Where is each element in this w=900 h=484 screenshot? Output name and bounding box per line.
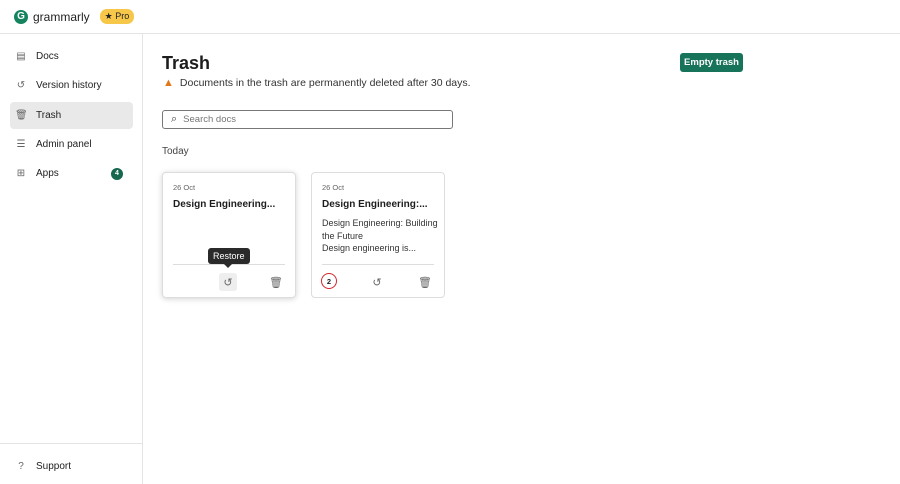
restore-icon[interactable]: ↺ — [219, 273, 237, 291]
page-title: Trash — [162, 53, 211, 73]
apps-icon: ⊞ — [16, 168, 26, 179]
search-icon: ⌕ — [171, 113, 178, 125]
doc-date: 26 Oct — [322, 183, 345, 192]
doc-snippet: Design Engineering: Building the Future De… — [322, 218, 438, 253]
sidebar-item-admin-panel[interactable]: ☰ Admin panel — [10, 131, 133, 158]
support-link[interactable]: ? Support — [10, 453, 133, 480]
doc-card[interactable]: 26 Oct Design Engineering:... Design Eng… — [311, 172, 445, 298]
warning-icon: ▲ — [163, 77, 174, 89]
sidebar: ▤ Docs ↺ Version history 🗑 Trash ☰ Admin pan… — [0, 34, 143, 484]
doc-card[interactable]: 26 Oct Design Engineering... ↺ 🗑 — [162, 172, 296, 298]
sidebar-item-label: Docs — [36, 51, 59, 62]
sidebar-item-label: Apps — [36, 168, 59, 179]
restore-tooltip: Restore — [208, 248, 250, 268]
apps-count-badge: 4 — [111, 167, 123, 180]
trash-icon: 🗑 — [15, 110, 28, 121]
search-box[interactable]: ⌕ — [162, 110, 453, 129]
issue-count-badge: 2 — [321, 273, 337, 289]
sidebar-item-label: Version history — [36, 80, 102, 91]
top-bar: G grammarly ★ Pro — [0, 0, 900, 34]
trash-warning: ▲ Documents in the trash are permanently … — [163, 77, 471, 89]
pro-badge: ★ Pro — [99, 9, 135, 24]
doc-icon: ▤ — [16, 51, 26, 62]
search-input[interactable] — [183, 114, 434, 125]
history-icon: ↺ — [16, 80, 26, 91]
help-icon: ? — [18, 461, 24, 472]
brand-name: grammarly — [33, 9, 90, 24]
empty-trash-button[interactable]: Empty trash — [680, 53, 743, 72]
warning-text: Documents in the trash are permanently d… — [179, 77, 471, 89]
sliders-icon: ☰ — [16, 139, 26, 150]
sidebar-item-apps[interactable]: ⊞ Apps 4 — [10, 160, 133, 187]
sidebar-item-label: Admin panel — [36, 139, 92, 150]
sidebar-item-docs[interactable]: ▤ Docs — [10, 43, 133, 70]
sidebar-item-label: Trash — [36, 110, 62, 121]
sidebar-item-version-history[interactable]: ↺ Version history — [10, 72, 133, 99]
divider — [322, 264, 434, 265]
restore-icon[interactable]: ↺ — [368, 273, 386, 291]
group-heading: Today — [162, 146, 189, 157]
sidebar-item-trash[interactable]: 🗑 Trash — [10, 102, 133, 129]
doc-date: 26 Oct — [173, 183, 196, 192]
delete-forever-icon[interactable]: 🗑 — [416, 273, 434, 291]
doc-title: Design Engineering:... — [322, 199, 428, 210]
delete-forever-icon[interactable]: 🗑 — [267, 273, 285, 291]
grammarly-logo-icon: G — [14, 9, 28, 24]
doc-title: Design Engineering... — [173, 199, 276, 210]
support-section: ? Support — [0, 443, 142, 484]
support-label: Support — [36, 461, 72, 472]
